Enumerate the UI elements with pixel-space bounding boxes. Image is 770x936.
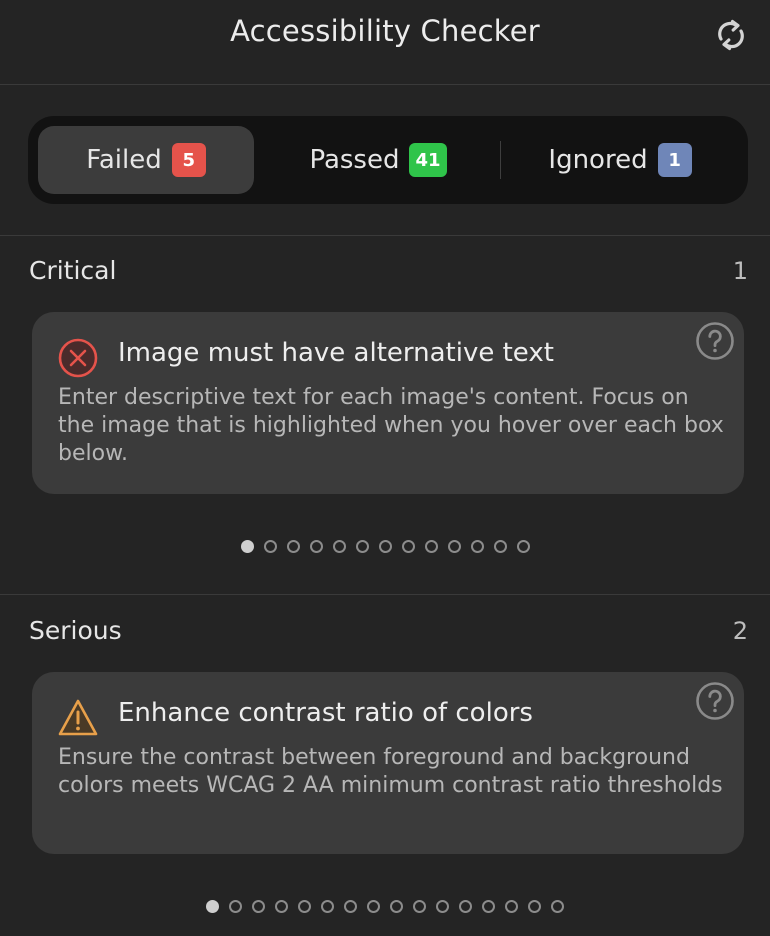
refresh-icon (718, 19, 744, 51)
pagination-dot[interactable] (206, 899, 219, 913)
warning-triangle-icon (58, 699, 98, 736)
pagination-dot[interactable] (413, 899, 426, 913)
pagination-dot[interactable] (436, 899, 449, 913)
failed-count-badge: 5 (171, 143, 206, 177)
refresh-button[interactable] (712, 16, 750, 54)
pagination-dot[interactable] (447, 539, 461, 553)
pagination-dot[interactable] (551, 899, 564, 913)
tab-passed[interactable]: Passed 41 (278, 126, 478, 194)
pagination-dot[interactable] (516, 539, 530, 553)
pagination-dot[interactable] (275, 899, 288, 913)
pagination-dot[interactable] (355, 539, 369, 553)
pagination-dot[interactable] (321, 899, 334, 913)
tab-divider (500, 141, 501, 179)
pagination-dot[interactable] (470, 539, 484, 553)
error-circle-icon (58, 338, 98, 378)
pagination-dot[interactable] (401, 539, 415, 553)
section-count-serious: 2 (732, 617, 748, 645)
section-divider (0, 594, 770, 595)
pagination-dot[interactable] (378, 539, 392, 553)
issue-card-contrast[interactable]: Enhance contrast ratio of colors Ensure … (32, 672, 744, 854)
header: Accessibility Checker (0, 0, 770, 85)
results-tabs: Failed 5 Passed 41 Ignored 1 (28, 116, 748, 204)
issue-title: Image must have alternative text (118, 338, 554, 368)
pagination-dot[interactable] (229, 899, 242, 913)
pagination-dots-serious (0, 899, 770, 913)
tab-label: Passed (309, 145, 400, 175)
page-title: Accessibility Checker (230, 14, 540, 48)
tab-label: Ignored (548, 145, 648, 175)
issue-card-alt-text[interactable]: Image must have alternative text Enter d… (32, 312, 744, 494)
section-title-serious: Serious (29, 616, 122, 645)
pagination-dot[interactable] (298, 899, 311, 913)
tab-failed[interactable]: Failed 5 (38, 126, 254, 194)
pagination-dots-critical (0, 539, 770, 553)
tab-ignored[interactable]: Ignored 1 (520, 126, 720, 194)
pagination-dot[interactable] (459, 899, 472, 913)
issue-description: Ensure the contrast between foreground a… (58, 745, 723, 798)
tab-label: Failed (86, 145, 162, 175)
help-icon[interactable] (694, 320, 736, 362)
pagination-dot[interactable] (286, 539, 300, 553)
pagination-dot[interactable] (263, 539, 277, 553)
section-divider (0, 235, 770, 236)
issue-title: Enhance contrast ratio of colors (118, 698, 533, 728)
pagination-dot[interactable] (332, 539, 346, 553)
pagination-dot[interactable] (240, 539, 254, 553)
help-icon[interactable] (694, 680, 736, 722)
pagination-dot[interactable] (528, 899, 541, 913)
pagination-dot[interactable] (252, 899, 265, 913)
section-count-critical: 1 (732, 257, 748, 285)
pagination-dot[interactable] (309, 539, 323, 553)
pagination-dot[interactable] (482, 899, 495, 913)
pagination-dot[interactable] (505, 899, 518, 913)
pagination-dot[interactable] (424, 539, 438, 553)
passed-count-badge: 41 (409, 143, 447, 177)
section-title-critical: Critical (29, 256, 117, 285)
ignored-count-badge: 1 (657, 143, 692, 177)
pagination-dot[interactable] (390, 899, 403, 913)
pagination-dot[interactable] (367, 899, 380, 913)
issue-description: Enter descriptive text for each image's … (58, 385, 724, 466)
pagination-dot[interactable] (493, 539, 507, 553)
pagination-dot[interactable] (344, 899, 357, 913)
